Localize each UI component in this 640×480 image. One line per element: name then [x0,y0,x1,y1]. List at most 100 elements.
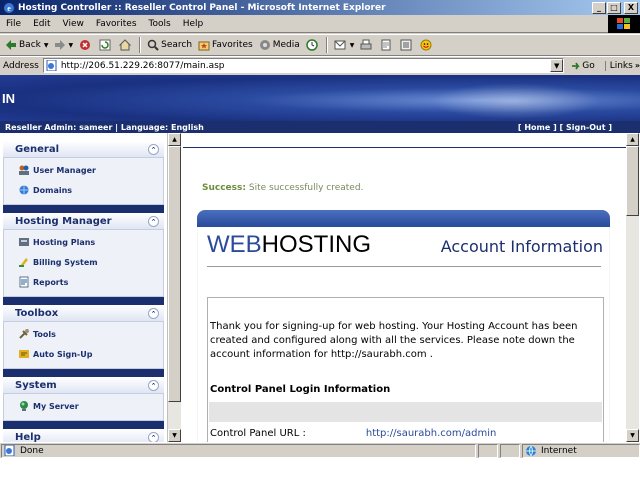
close-button[interactable]: X [624,1,638,14]
main-top-strip [183,133,626,148]
menu-view[interactable]: View [57,19,90,29]
menu-tools[interactable]: Tools [143,19,177,29]
go-button[interactable]: Go [570,59,595,72]
billing-icon [19,258,28,267]
menu-help[interactable]: Help [177,19,210,29]
toolbar-separator [325,37,328,53]
address-bar: Address http://206.51.229.26:8077/main.a… [0,56,640,74]
toolbar-separator [139,37,142,53]
menu-file[interactable]: File [0,19,27,29]
brand-web: WEB [207,231,262,258]
sidebar-item-label: Hosting Plans [33,237,96,247]
collapse-icon[interactable]: ⌃ [148,432,159,442]
sidebar-item-auto-sign-up[interactable]: Auto Sign-Up [4,344,163,364]
mail-button[interactable]: ▼ [331,35,358,55]
sidebar-header-hosting-manager[interactable]: Hosting Manager ⌃ [3,213,164,230]
main-scrollbar[interactable]: ▲ ▼ [626,133,639,442]
browser-window: e Hosting Controller :: Reseller Control… [0,0,640,480]
success-message: Success: Site successfully created. [202,183,363,193]
refresh-button[interactable] [96,35,116,55]
forward-button[interactable]: ▼ [51,35,76,55]
favorites-button[interactable]: Favorites [195,35,256,55]
sidebar-item-label: Tools [33,329,56,339]
messenger-button[interactable] [417,35,437,55]
menu-edit[interactable]: Edit [27,19,56,29]
server-icon [20,401,28,411]
panel-body: WEBHOSTING Account Information Thank you… [198,227,609,442]
main-top-rule [183,147,626,148]
maximize-button[interactable]: □ [607,1,621,14]
search-button[interactable]: Search [144,35,195,55]
title-bar: e Hosting Controller :: Reseller Control… [0,0,640,15]
sidebar-item-reports[interactable]: Reports [4,272,163,292]
scroll-down-button[interactable]: ▼ [626,429,639,442]
scroll-thumb[interactable] [168,146,181,402]
discuss-button[interactable] [397,35,417,55]
scroll-down-button[interactable]: ▼ [168,429,181,442]
collapse-icon[interactable]: ⌃ [148,144,159,155]
collapse-icon[interactable]: ⌃ [148,380,159,391]
scroll-up-button[interactable]: ▲ [168,133,181,146]
back-button[interactable]: Back ▼ [2,35,51,55]
home-button[interactable] [116,35,136,55]
success-text: Site successfully created. [248,183,364,193]
success-label: Success: [202,183,246,193]
stop-icon [80,40,91,50]
main-content: Success: Site successfully created. WEBH… [183,133,626,442]
sidebar-divider [3,369,164,377]
print-button[interactable] [357,35,377,55]
security-zone: Internet [522,443,640,458]
sidebar-divider [3,421,164,429]
sidebar-item-user-manager[interactable]: User Manager [4,160,163,180]
scroll-up-button[interactable]: ▲ [626,133,639,146]
zone-label: Internet [541,445,577,456]
cp-url-label: Control Panel URL : [210,428,306,439]
sidebar-header-general[interactable]: General ⌃ [3,141,164,158]
section-title: General [15,143,59,155]
sidebar-item-domains[interactable]: Domains [4,180,163,200]
window-title: Hosting Controller :: Reseller Control P… [18,2,386,13]
sidebar-item-my-server[interactable]: My Server [4,396,163,416]
user-bar: Reseller Admin: sameer | Language: Engli… [0,121,640,133]
sidebar-header-toolbox[interactable]: Toolbox ⌃ [3,305,164,322]
back-label: Back [19,40,41,50]
sidebar-scrollbar[interactable]: ▲ ▼ [168,133,181,442]
sidebar-item-tools[interactable]: Tools [4,324,163,344]
sidebar-item-hosting-plans[interactable]: Hosting Plans [4,232,163,252]
plans-icon [19,238,29,246]
media-icon [259,40,270,50]
history-button[interactable] [303,35,323,55]
media-button[interactable]: Media [256,35,303,55]
refresh-icon [99,39,111,51]
collapse-icon[interactable]: ⌃ [148,308,159,319]
search-icon [147,39,159,51]
minimize-button[interactable]: _ [592,1,606,14]
login-info-title: Control Panel Login Information [210,384,391,395]
edit-button[interactable] [377,35,397,55]
scroll-thumb[interactable] [626,146,639,216]
sidebar-item-billing-system[interactable]: Billing System [4,252,163,272]
sidebar-section-hosting-manager: Hosting Manager ⌃ Hosting Plans Billing … [3,213,164,297]
menu-favorites[interactable]: Favorites [90,19,143,29]
sidebar-header-system[interactable]: System ⌃ [3,377,164,394]
account-info-heading: Account Information [440,237,603,256]
favorites-label: Favorites [212,40,253,50]
sidebar-section-help: Help ⌃ [3,429,164,442]
ie-logo-icon: e [2,1,15,14]
stop-button[interactable] [76,35,96,55]
page-done-icon [4,445,15,456]
sidebar-section-toolbox: Toolbox ⌃ Tools Auto Sign-Up [3,305,164,369]
address-input[interactable]: http://206.51.229.26:8077/main.asp ▼ [42,58,565,73]
sidebar-item-label: User Manager [33,165,96,175]
globe-graphic [430,83,600,119]
cp-url-link[interactable]: http://saurabh.com/admin [366,428,496,439]
links-button[interactable]: Links» [604,60,640,71]
sidebar-header-help[interactable]: Help ⌃ [3,429,164,442]
home-signout-links[interactable]: [ Home ] [ Sign-Out ] [518,123,640,132]
address-url: http://206.51.229.26:8077/main.asp [60,60,225,71]
address-dropdown-button[interactable]: ▼ [550,59,564,72]
messenger-smiley-icon [420,39,432,51]
collapse-icon[interactable]: ⌃ [148,216,159,227]
links-label: Links [609,60,633,71]
thank-you-message: Thank you for signing-up for web hosting… [210,321,578,360]
